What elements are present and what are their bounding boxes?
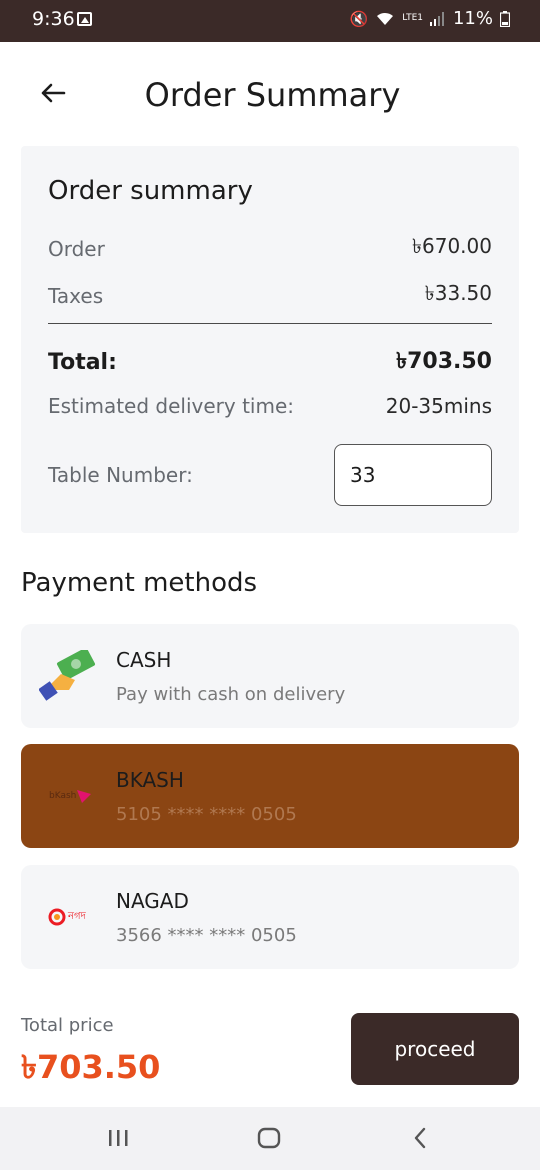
total-value: ৳703.50 [396,349,492,374]
delivery-row: Estimated delivery time: 20-35mins [48,394,492,418]
status-icons: 🔇 LTE1 11% [350,8,510,29]
total-price-value: ৳703.50 [21,1048,161,1086]
payment-detail: 3566 **** **** 0505 [116,925,297,946]
summary-title: Order summary [48,176,253,206]
app-header: Order Summary [0,42,540,146]
recent-apps-button[interactable] [98,1123,138,1153]
home-icon [257,1127,281,1149]
signal-icon [429,11,444,26]
order-row: Order ৳670.00 [48,232,492,265]
status-bar: 9:36 🔇 LTE1 11% [0,0,540,42]
summary-divider [48,323,492,324]
chevron-left-icon [414,1127,426,1149]
payment-bkash[interactable]: bKash BKASH 5105 **** **** 0505 [21,744,519,848]
payment-nagad[interactable]: নগদ NAGAD 3566 **** **** 0505 [21,865,519,969]
battery-percent: 11% [452,8,493,29]
bkash-logo: bKash [39,770,99,822]
system-nav-bar [0,1107,540,1170]
network-type: LTE1 [402,13,423,23]
payment-detail: 5105 **** **** 0505 [116,804,297,825]
bkash-bird-icon [77,790,92,803]
gallery-notification-icon [77,12,92,26]
status-time: 9:36 [32,8,75,30]
page-title: Order Summary [144,76,401,114]
payment-name: BKASH [116,768,184,792]
taxes-value: ৳33.50 [424,281,492,305]
nagad-swirl-icon [48,908,66,926]
total-label: Total: [48,350,117,375]
payment-cash[interactable]: CASH Pay with cash on delivery [21,624,519,728]
wifi-icon [377,12,394,25]
nagad-logo-text: নগদ [68,910,86,922]
mute-icon: 🔇 [349,9,369,28]
payment-methods-title: Payment methods [21,568,258,598]
table-number-label: Table Number: [48,463,193,487]
order-summary-card: Order summary Order ৳670.00 Taxes ৳33.50… [21,146,519,533]
home-button[interactable] [249,1123,289,1153]
order-value: ৳670.00 [412,234,492,258]
table-row: Table Number: [48,444,492,506]
taxes-label: Taxes [48,283,104,308]
cash-hand-icon [39,650,95,701]
total-row: Total: ৳703.50 [48,344,492,381]
payment-detail: Pay with cash on delivery [116,684,346,705]
table-number-input[interactable] [334,444,492,506]
taxes-row: Taxes ৳33.50 [48,279,492,312]
bkash-logo-text: bKash [49,791,77,801]
battery-icon [500,10,510,27]
recent-apps-icon [109,1130,128,1146]
order-label: Order [48,236,105,261]
system-back-button[interactable] [400,1123,440,1153]
proceed-button[interactable]: proceed [351,1013,519,1085]
total-price-label: Total price [21,1015,114,1036]
nagad-logo: নগদ [39,891,99,943]
delivery-value: 20-35mins [385,394,492,418]
payment-name: NAGAD [116,889,189,913]
payment-name: CASH [116,648,172,672]
delivery-label: Estimated delivery time: [48,394,294,418]
